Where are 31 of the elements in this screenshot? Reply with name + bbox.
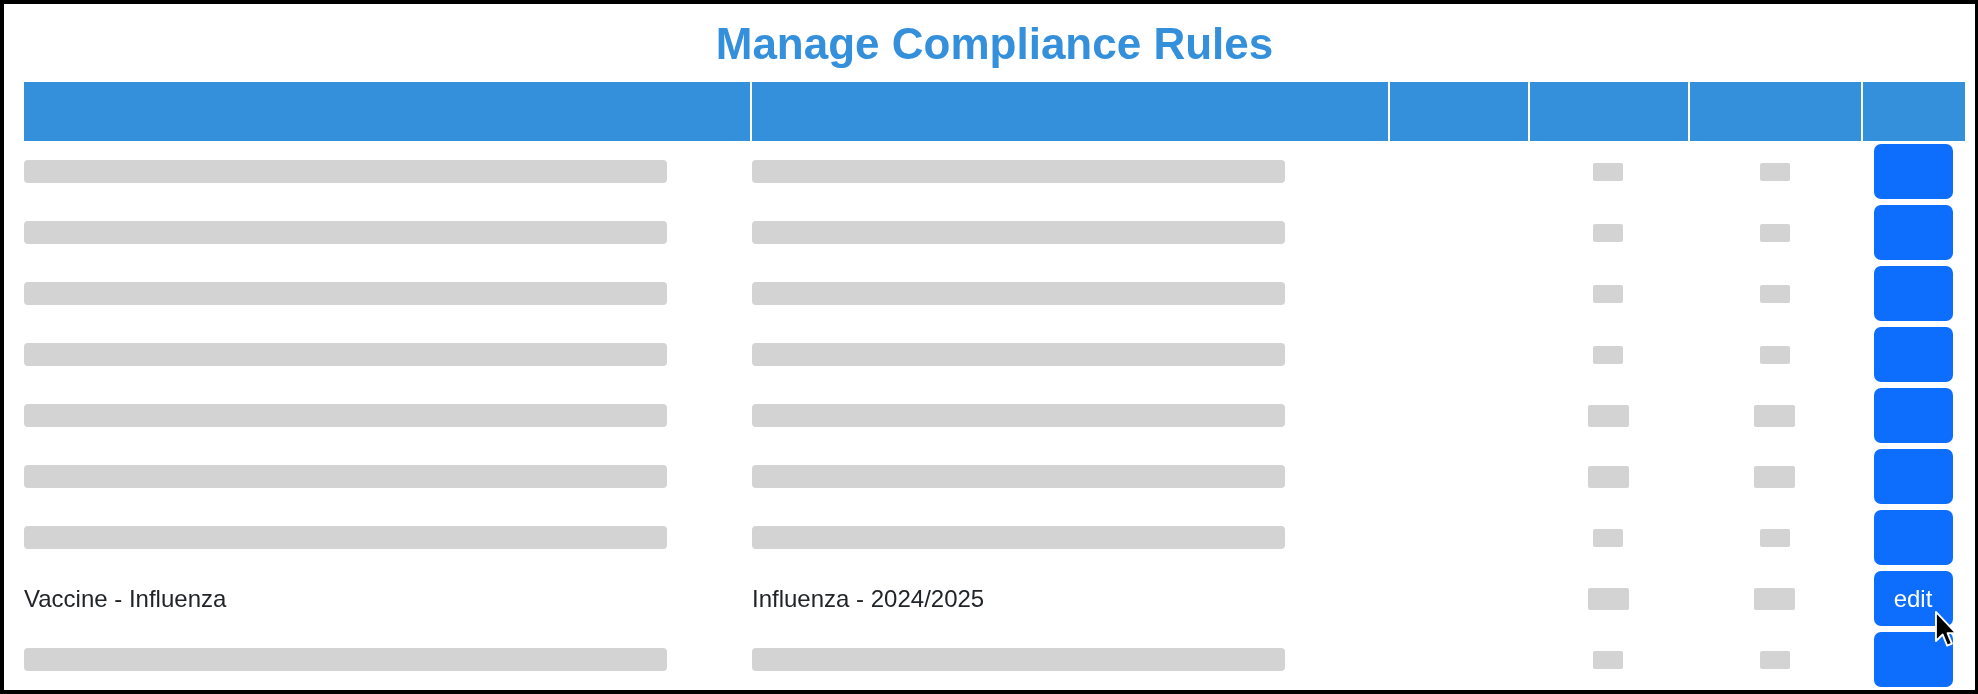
placeholder-bar <box>1759 528 1790 547</box>
table-cell-text: Influenza - 2024/2025 <box>752 583 985 614</box>
action-button[interactable] <box>1873 632 1953 687</box>
placeholder-bar <box>1759 345 1790 364</box>
placeholder-bar <box>1587 404 1629 427</box>
action-button[interactable] <box>1873 327 1953 382</box>
placeholder-bar <box>1587 465 1629 488</box>
action-button[interactable] <box>1873 510 1953 565</box>
action-button[interactable] <box>1873 144 1953 199</box>
placeholder-bar <box>1593 223 1623 242</box>
placeholder-bar <box>1759 223 1790 242</box>
page-title: Manage Compliance Rules <box>714 18 1275 70</box>
placeholder-bar <box>1593 345 1623 364</box>
action-button[interactable] <box>1873 266 1953 321</box>
action-button[interactable]: edit <box>1873 571 1953 626</box>
placeholder-bar <box>1759 162 1790 181</box>
cursor-icon <box>1935 611 1957 647</box>
placeholder-bar <box>1593 528 1623 547</box>
placeholder-bar <box>1754 404 1795 427</box>
placeholder-bar <box>1754 465 1795 488</box>
action-button[interactable] <box>1873 388 1953 443</box>
action-button[interactable] <box>1873 205 1953 260</box>
placeholder-bar <box>1593 650 1623 669</box>
placeholder-bar <box>1759 284 1790 303</box>
placeholder-bar <box>1754 587 1795 610</box>
action-button[interactable] <box>1873 449 1953 504</box>
placeholder-bar <box>1587 587 1629 610</box>
placeholder-bar <box>1759 650 1790 669</box>
table-cell-text: Vaccine - Influenza <box>24 583 227 614</box>
placeholder-bar <box>1593 162 1623 181</box>
placeholder-bar <box>1593 284 1623 303</box>
